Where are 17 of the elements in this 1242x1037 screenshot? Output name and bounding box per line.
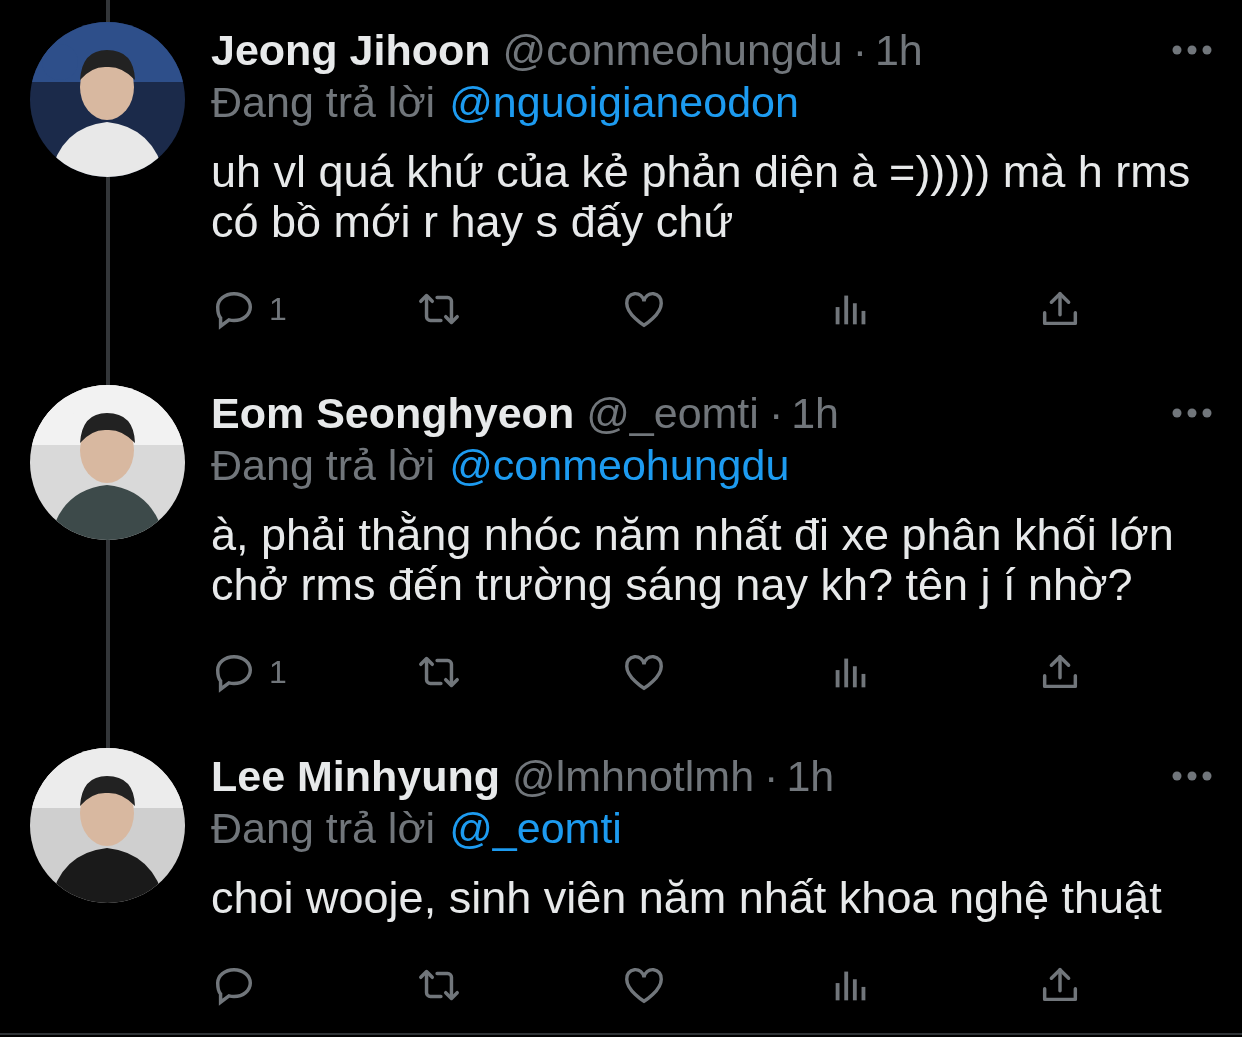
separator: · <box>764 750 779 802</box>
tweet-text: choi wooje, sinh viên năm nhất khoa nghệ thuật <box>211 873 1163 923</box>
timestamp[interactable]: 1h <box>874 17 923 83</box>
more-icon[interactable] <box>1172 45 1212 55</box>
user-handle[interactable]: @conmeohungdu <box>502 17 843 83</box>
tweet-text: à, phải thằng nhóc năm nhất đi xe phân khối lớn chở rms đến trường sáng nay kh? tên j í nhờ? <box>211 510 1175 610</box>
user-handle[interactable]: @_eomti <box>586 380 759 446</box>
timestamp[interactable]: 1h <box>786 743 835 809</box>
reply-count: 1 <box>269 653 287 692</box>
more-icon[interactable] <box>1172 408 1212 418</box>
reply-count: 1 <box>269 290 287 329</box>
timestamp[interactable]: 1h <box>791 380 840 446</box>
tweet-text: uh vl quá khứ của kẻ phản diện à =))))) mà h rms có bồ mới r hay s đấy chứ <box>211 147 1192 247</box>
separator: · <box>768 387 784 439</box>
user-handle[interactable]: @lmhnotlmh <box>512 743 755 809</box>
more-icon[interactable] <box>1172 771 1212 781</box>
separator: · <box>852 24 867 76</box>
